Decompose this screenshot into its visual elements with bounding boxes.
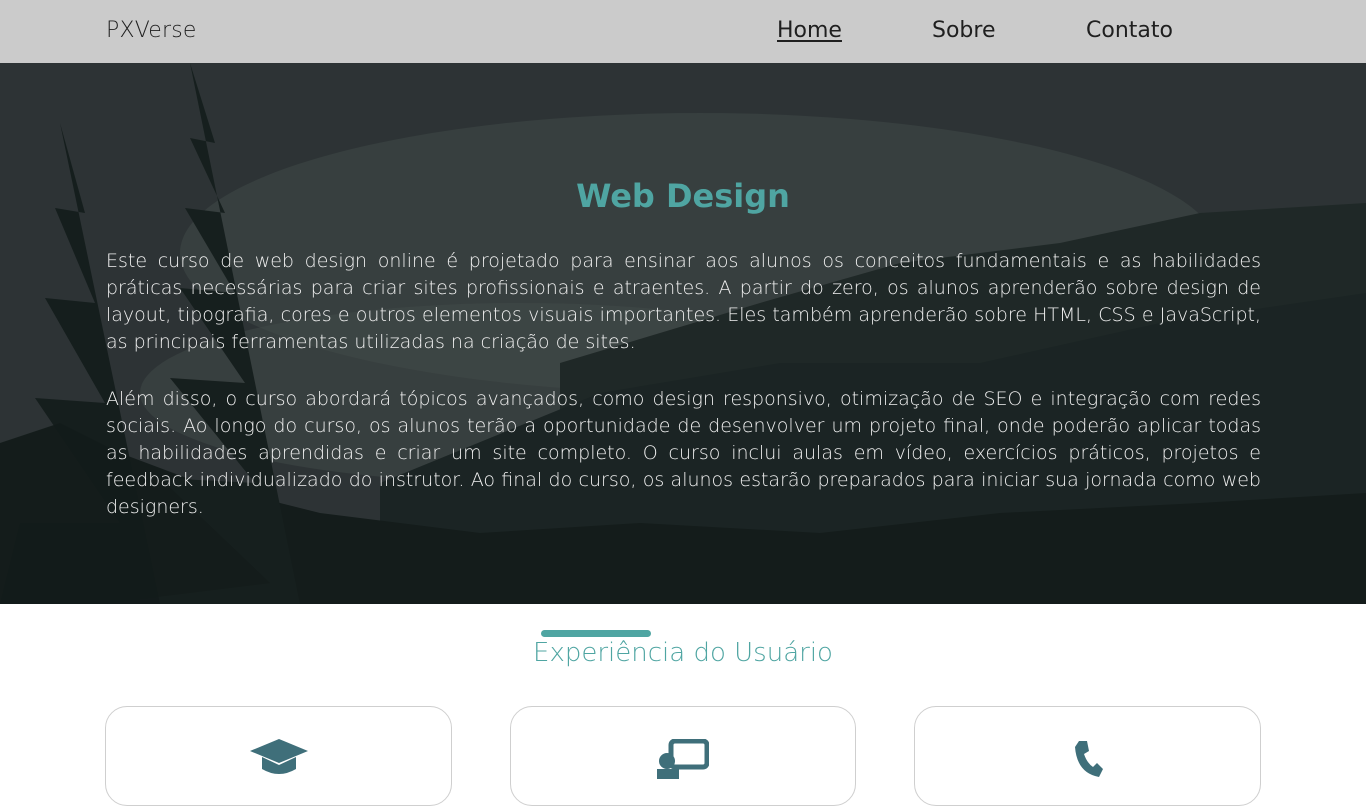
- hero-paragraph-1: Este curso de web design online é projet…: [106, 250, 1261, 353]
- hero-banner: Web Design Este curso de web design onli…: [0, 63, 1366, 604]
- nav-link-sobre[interactable]: Sobre: [932, 18, 996, 43]
- nav-link-home[interactable]: Home: [777, 18, 842, 43]
- main-nav: Home Sobre Contato: [0, 18, 1366, 48]
- chalkboard-teacher-icon: [657, 738, 710, 783]
- feature-card-2: [510, 706, 856, 806]
- section-title: Experiência do Usuário: [533, 638, 833, 668]
- hero-title: Web Design: [576, 177, 790, 215]
- section-accent-bar: [541, 630, 651, 637]
- top-navbar: PXVerse Home Sobre Contato: [0, 0, 1366, 63]
- nav-link-contato[interactable]: Contato: [1086, 18, 1173, 43]
- feature-card-1: [105, 706, 452, 806]
- phone-icon: [1073, 739, 1103, 783]
- hero-paragraph-2: Além disso, o curso abordará tópicos ava…: [106, 388, 1261, 518]
- graduation-cap-icon: [249, 739, 308, 783]
- feature-card-3: [914, 706, 1261, 806]
